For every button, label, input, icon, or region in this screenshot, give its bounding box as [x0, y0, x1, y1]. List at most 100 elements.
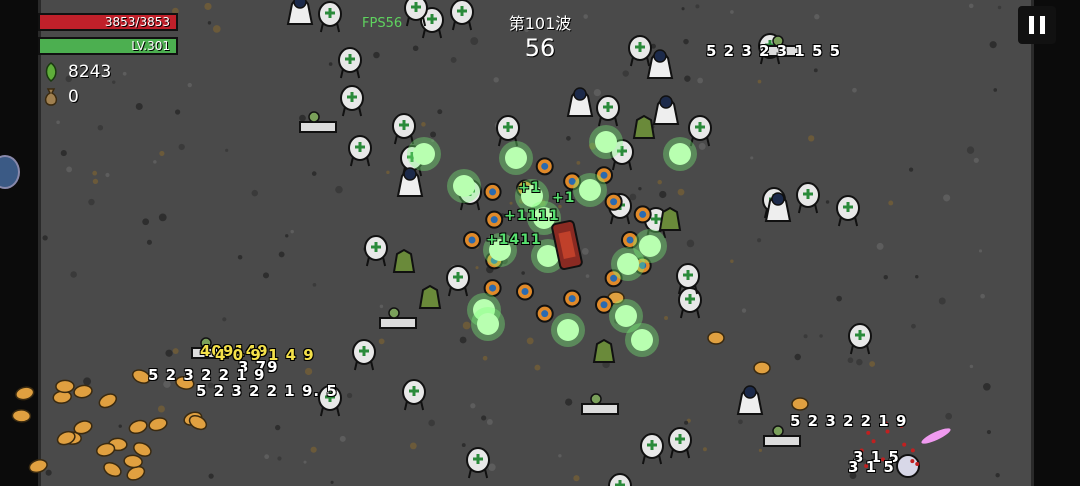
debris-speck	[493, 77, 499, 83]
blood-splatter	[885, 429, 890, 434]
debris-speck	[847, 357, 854, 364]
debris-speck	[428, 419, 435, 427]
debris-speck	[659, 190, 667, 199]
blood-splatter	[866, 430, 871, 435]
debris-speck	[698, 142, 706, 150]
debris-speck	[509, 201, 513, 205]
potato-pickup	[791, 397, 809, 411]
debris-speck	[983, 382, 991, 391]
planter-bed	[763, 435, 801, 447]
potato-pickup	[753, 361, 771, 375]
robot-enemy	[446, 265, 470, 297]
debris-speck	[311, 171, 317, 176]
spiky-enemy	[896, 454, 920, 478]
robot-enemy	[688, 115, 712, 147]
energy-orb	[557, 319, 579, 341]
turret-core	[541, 162, 549, 170]
potato-pickup	[707, 331, 725, 345]
blood-splatter	[871, 439, 876, 444]
debris-speck	[852, 87, 857, 93]
robot-enemy	[466, 447, 490, 479]
debris-speck	[142, 218, 150, 226]
debris-speck	[664, 316, 669, 321]
game-screen: 3853/3853 LV.301 8243 0 FPS56 第101波 56 5…	[0, 0, 1080, 486]
planter-plant	[388, 307, 400, 319]
hooded-enemy-head	[573, 87, 587, 101]
debris-speck	[83, 377, 92, 386]
debris-speck	[908, 167, 914, 172]
debris-speck	[290, 229, 294, 234]
debris-speck	[758, 448, 763, 452]
turret-core	[521, 288, 529, 296]
potato-pickup	[148, 417, 168, 432]
robot-enemy	[340, 85, 364, 117]
debris-speck	[225, 148, 229, 152]
energy-orb	[669, 143, 691, 165]
turret-core	[568, 295, 576, 303]
debris-speck	[262, 272, 270, 279]
debris-speck	[251, 189, 258, 197]
damage-number: 5 2 3 2 2 1 9	[790, 412, 908, 430]
pause-icon	[1029, 16, 1034, 34]
debris-speck	[470, 403, 476, 409]
debris-speck	[378, 338, 385, 345]
debris-speck	[969, 364, 974, 369]
debris-speck	[488, 463, 496, 471]
hooded-enemy-head	[403, 167, 417, 181]
damage-number: 3 1 5	[848, 458, 895, 476]
debris-speck	[585, 274, 590, 278]
debris-speck	[437, 109, 443, 115]
debris-speck	[703, 447, 707, 452]
potato-pickup	[103, 462, 122, 478]
debris-speck	[980, 293, 985, 299]
energy-orb	[595, 131, 617, 153]
debris-speck	[876, 242, 884, 250]
debris-speck	[462, 321, 471, 330]
debris-speck	[813, 68, 818, 73]
robot-enemy	[352, 339, 376, 371]
debris-speck	[808, 135, 815, 142]
debris-speck	[481, 415, 487, 421]
debris-speck	[204, 2, 212, 11]
debris-speck	[576, 161, 581, 165]
money-bag-icon	[42, 87, 60, 107]
robot-enemy	[796, 182, 820, 214]
debris-speck	[118, 424, 122, 428]
debris-speck	[836, 295, 842, 302]
debris-speck	[330, 480, 334, 484]
debris-speck	[738, 419, 743, 425]
debris-speck	[335, 185, 343, 194]
debris-speck	[757, 79, 762, 84]
gem-count: 8243	[68, 62, 112, 82]
debris-speck	[45, 469, 52, 476]
pause-button[interactable]	[1018, 6, 1056, 44]
debris-speck	[475, 266, 479, 270]
planter-bed	[581, 403, 619, 415]
debris-speck	[153, 160, 157, 164]
debris-speck	[638, 186, 642, 191]
wave-label: 第101波	[508, 14, 572, 33]
debris-speck	[222, 317, 227, 322]
debris-speck	[386, 170, 390, 175]
heal-number: +1411	[486, 232, 542, 248]
debris-speck	[299, 114, 306, 122]
turret-core	[541, 310, 549, 318]
debris-speck	[995, 473, 1000, 478]
robot-enemy	[848, 323, 872, 355]
debris-speck	[521, 271, 525, 275]
debris-speck	[526, 337, 534, 345]
debris-speck	[409, 442, 417, 450]
potato-pickup	[28, 459, 48, 474]
blood-splatter	[910, 448, 915, 453]
debris-speck	[629, 193, 637, 201]
debris-speck	[581, 247, 589, 255]
debris-speck	[593, 88, 601, 97]
debris-speck	[684, 420, 689, 425]
debris-speck	[187, 82, 192, 88]
robot-enemy	[596, 95, 620, 127]
debris-speck	[97, 124, 104, 131]
robot-enemy	[402, 379, 426, 411]
energy-orb	[579, 179, 601, 201]
debris-speck	[730, 259, 734, 264]
robot-enemy	[364, 235, 388, 267]
